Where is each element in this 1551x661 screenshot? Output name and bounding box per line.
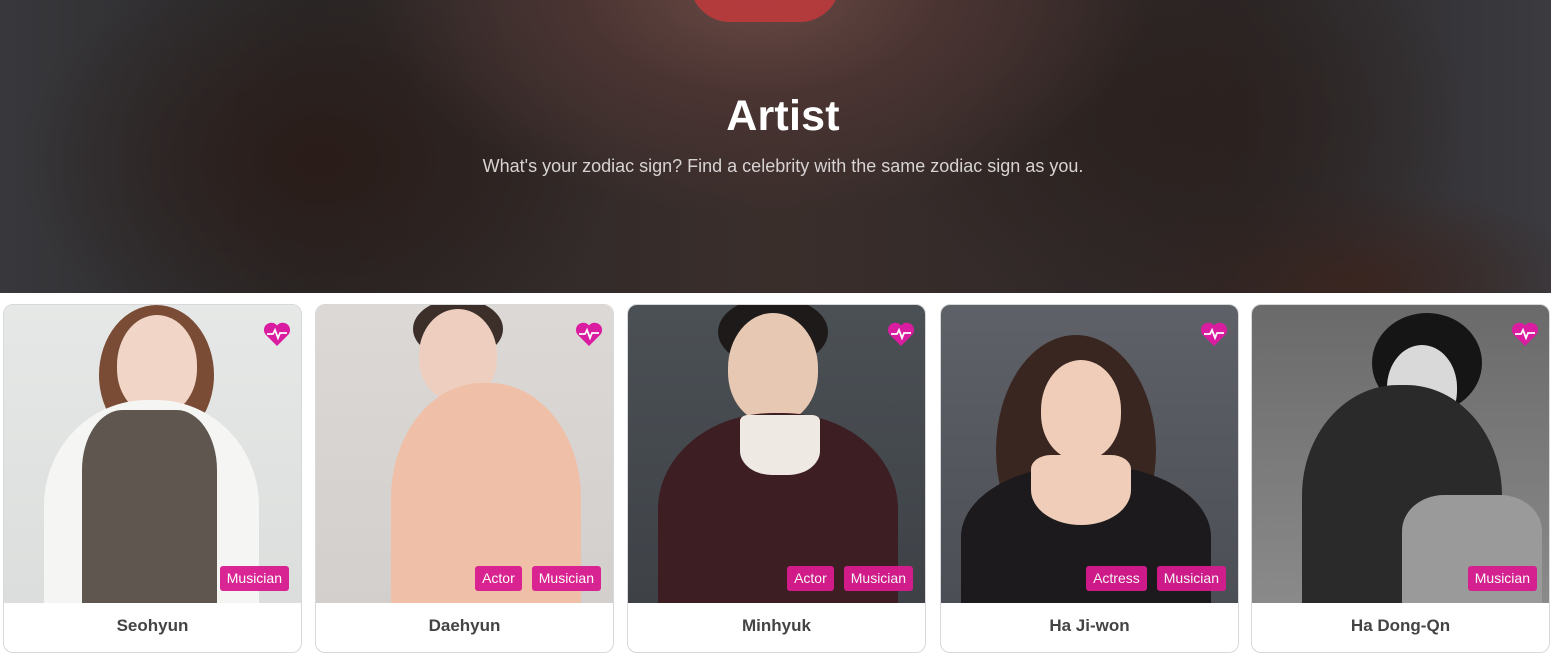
- heartbeat-icon[interactable]: [1511, 321, 1539, 347]
- artist-name[interactable]: Minhyuk: [628, 616, 925, 636]
- heartbeat-icon[interactable]: [575, 321, 603, 347]
- tag-musician[interactable]: Musician: [219, 566, 289, 591]
- artist-name[interactable]: Ha Dong-Qn: [1252, 616, 1549, 636]
- artist-tags: Actor Musician: [787, 566, 913, 591]
- artist-photo[interactable]: Actor Musician: [628, 305, 925, 603]
- artist-card[interactable]: Actress Musician Ha Ji-won: [940, 304, 1239, 653]
- artist-card[interactable]: Actor Musician Minhyuk: [627, 304, 926, 653]
- artist-card-grid: Musician Seohyun Actor Musician Daehyun: [0, 304, 1551, 656]
- artist-name[interactable]: Daehyun: [316, 616, 613, 636]
- tag-musician[interactable]: Musician: [1156, 566, 1226, 591]
- artist-tags: Actress Musician: [1086, 566, 1226, 591]
- artist-photo[interactable]: Actor Musician: [316, 305, 613, 603]
- artist-photo[interactable]: Musician: [1252, 305, 1549, 603]
- artist-name[interactable]: Seohyun: [4, 616, 301, 636]
- artist-tags: Musician: [1467, 566, 1537, 591]
- hero-banner: Artist What's your zodiac sign? Find a c…: [0, 0, 1551, 293]
- heartbeat-icon[interactable]: [263, 321, 291, 347]
- artist-card[interactable]: Actor Musician Daehyun: [315, 304, 614, 653]
- artist-photo[interactable]: Musician: [4, 305, 301, 603]
- page-subtitle: What's your zodiac sign? Find a celebrit…: [482, 156, 1084, 176]
- tag-actor[interactable]: Actor: [787, 566, 834, 591]
- tag-musician[interactable]: Musician: [843, 566, 913, 591]
- tag-actress[interactable]: Actress: [1086, 566, 1147, 591]
- tag-actor[interactable]: Actor: [475, 566, 522, 591]
- artist-name[interactable]: Ha Ji-won: [941, 616, 1238, 636]
- artist-card[interactable]: Musician Seohyun: [3, 304, 302, 653]
- heartbeat-icon[interactable]: [1200, 321, 1228, 347]
- heartbeat-icon[interactable]: [887, 321, 915, 347]
- tag-musician[interactable]: Musician: [1467, 566, 1537, 591]
- artist-card[interactable]: Musician Ha Dong-Qn: [1251, 304, 1550, 653]
- artist-tags: Actor Musician: [475, 566, 601, 591]
- artist-tags: Musician: [219, 566, 289, 591]
- tag-musician[interactable]: Musician: [531, 566, 601, 591]
- artist-photo[interactable]: Actress Musician: [941, 305, 1238, 603]
- page-title: Artist: [726, 92, 840, 140]
- hero-background-image: [690, 0, 840, 22]
